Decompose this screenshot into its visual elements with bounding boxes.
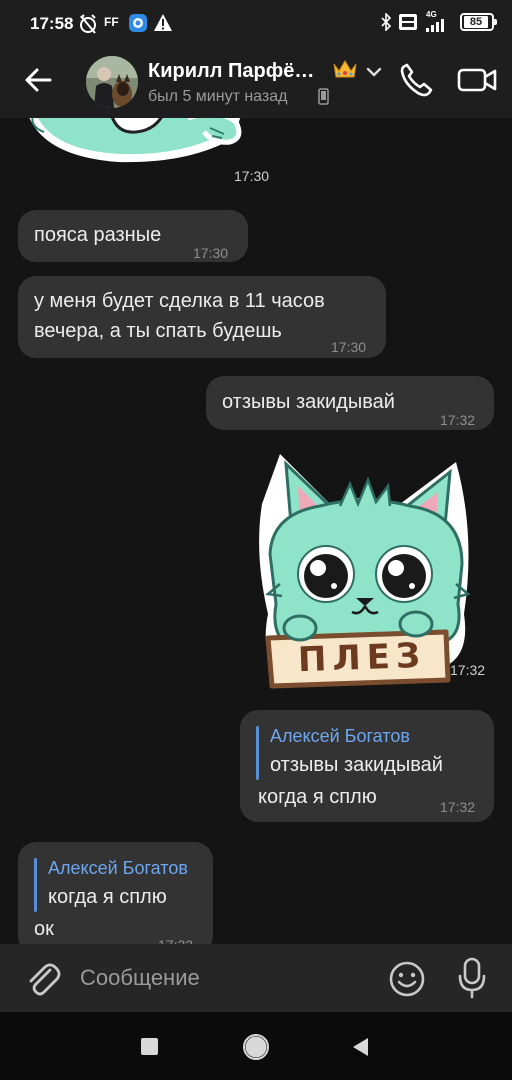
message-list[interactable]: 17:30 пояса разные 17:30 у меня будет сд… — [0, 118, 512, 944]
outgoing-message[interactable]: отзывы закидывай 17:32 — [206, 376, 494, 430]
message-time: 17:32 — [440, 799, 476, 815]
status-bar: 17:58 FF 4G 85 — [0, 0, 512, 48]
incoming-message[interactable]: пояса разные 17:30 — [18, 210, 248, 262]
contact-name[interactable]: Кирилл Парфё… — [148, 60, 314, 83]
signal-bars-icon — [426, 19, 444, 32]
message-text: ок — [34, 918, 54, 940]
signal-4g-icon: 4G — [424, 10, 450, 32]
video-call-icon[interactable] — [456, 62, 498, 98]
contact-avatar[interactable] — [86, 56, 138, 108]
message-time: 17:32 — [158, 930, 193, 944]
bluetooth-icon — [381, 13, 392, 31]
ff-indicator: FF — [104, 15, 119, 29]
message-text: вечера, а ты спать будешь — [34, 320, 282, 342]
message-composer — [0, 944, 512, 1012]
sticker-cat-image — [29, 118, 242, 163]
status-right-icons: 4G 85 — [380, 10, 497, 32]
message-text: у меня будет сделка в 11 часов — [34, 290, 325, 312]
emoji-icon[interactable] — [388, 960, 426, 998]
alarm-off-icon — [80, 14, 96, 34]
message-text: когда я сплю — [258, 786, 377, 808]
message-text: отзывы закидывай — [222, 391, 395, 413]
last-seen-status: был 5 минут назад — [148, 88, 288, 105]
sticker-message[interactable]: 17:30 — [18, 118, 269, 184]
app-notification-icon — [129, 14, 147, 32]
microphone-icon[interactable] — [456, 956, 488, 1000]
reply-text: отзывы закидывай — [270, 754, 443, 776]
mobile-device-icon — [318, 88, 329, 105]
system-nav-bar — [0, 1012, 512, 1080]
chevron-down-icon[interactable] — [366, 66, 382, 78]
incoming-message[interactable]: у меня будет сделка в 11 часов вечера, а… — [18, 276, 386, 358]
phone-call-icon[interactable] — [396, 60, 436, 100]
chat-header: Кирилл Парфё… был 5 минут назад — [0, 48, 512, 118]
message-time: 17:32 — [440, 412, 476, 428]
nav-back-button[interactable] — [350, 1036, 370, 1058]
recent-apps-button[interactable] — [141, 1038, 158, 1055]
reply-quote[interactable]: Алексей Богатов отзывы закидывай — [256, 722, 484, 780]
message-time: 17:30 — [193, 245, 229, 261]
message-time: 17:30 — [234, 168, 270, 184]
avatar-photo — [86, 56, 138, 108]
reply-text: когда я сплю — [48, 886, 167, 908]
reply-quote[interactable]: Алексей Богатов когда я сплю — [34, 854, 204, 912]
message-text: пояса разные — [34, 224, 162, 246]
reply-author: Алексей Богатов — [48, 858, 188, 878]
sticker-caption: ПЛЕЗ — [297, 635, 427, 681]
status-time: 17:58 — [30, 14, 74, 33]
sticker-message[interactable]: ПЛЕЗ 17:32 — [250, 444, 494, 692]
warning-icon — [154, 14, 172, 31]
home-button[interactable] — [243, 1034, 269, 1060]
incoming-message[interactable]: Алексей Богатов когда я сплю ок 17:32 — [18, 842, 213, 944]
message-time: 17:32 — [450, 662, 486, 678]
message-input[interactable] — [80, 960, 370, 996]
paperclip-icon[interactable] — [22, 958, 62, 998]
crown-icon — [333, 60, 357, 78]
outgoing-message[interactable]: Алексей Богатов отзывы закидывай когда я… — [240, 710, 494, 822]
message-time: 17:30 — [331, 339, 367, 355]
back-arrow-icon[interactable] — [20, 60, 60, 100]
chat-screen: 17:58 FF 4G 85 Кирилл Парфё… был 5 минут… — [0, 0, 512, 1080]
reply-author: Алексей Богатов — [270, 726, 410, 746]
volte-icon — [399, 14, 417, 30]
battery-icon: 85 — [460, 13, 497, 31]
battery-level: 85 — [469, 16, 483, 28]
